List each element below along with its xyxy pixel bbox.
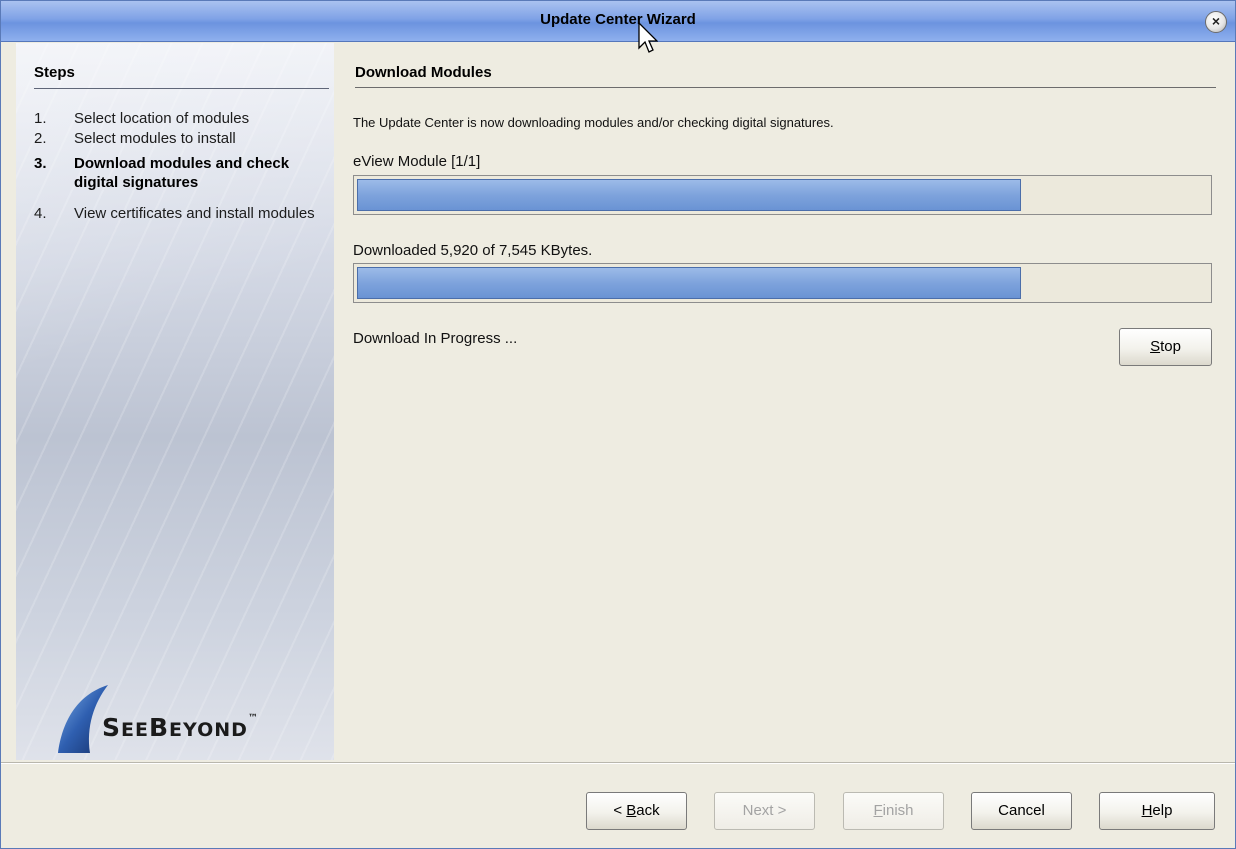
window-title: Update Center Wizard <box>540 11 696 28</box>
description-text: The Update Center is now downloading mod… <box>353 115 834 130</box>
wizard-window: Update Center Wizard × Steps 1. Select l… <box>0 0 1236 849</box>
stop-button[interactable]: Stop <box>1119 328 1212 366</box>
download-progress-bar <box>353 263 1212 303</box>
help-button[interactable]: Help <box>1099 792 1215 830</box>
next-button[interactable]: Next > <box>714 792 815 830</box>
footer-divider-highlight <box>1 763 1235 764</box>
steps-panel: Steps 1. Select location of modules 2. S… <box>16 43 334 760</box>
logo-wordmark: SEEBEYOND™ <box>102 713 259 742</box>
step-label: Select location of modules <box>74 110 250 127</box>
module-label: eView Module [1/1] <box>353 153 481 170</box>
title-bar[interactable]: Update Center Wizard × <box>1 1 1235 42</box>
module-progress-fill <box>357 179 1021 211</box>
finish-button[interactable]: Finish <box>843 792 944 830</box>
step-number: 3. <box>34 155 47 172</box>
steps-divider <box>34 88 329 89</box>
title-divider <box>355 87 1216 88</box>
status-text: Download In Progress ... <box>353 330 518 347</box>
seebeyond-logo: SEEBEYOND™ <box>56 683 316 759</box>
download-progress-fill <box>357 267 1021 299</box>
step-number: 4. <box>34 205 47 222</box>
step-label: Download modules and check digital signa… <box>74 155 290 191</box>
step-label: Select modules to install <box>74 130 236 147</box>
back-button[interactable]: < Back <box>586 792 687 830</box>
step-number: 1. <box>34 110 47 127</box>
module-progress-bar <box>353 175 1212 215</box>
page-title: Download Modules <box>355 64 492 81</box>
cancel-button[interactable]: Cancel <box>971 792 1072 830</box>
downloaded-label: Downloaded 5,920 of 7,545 KBytes. <box>353 242 593 259</box>
close-icon[interactable]: × <box>1205 11 1227 33</box>
step-label: View certificates and install modules <box>74 205 315 222</box>
step-number: 2. <box>34 130 47 147</box>
main-panel: Download Modules The Update Center is no… <box>351 43 1221 760</box>
steps-heading: Steps <box>34 64 75 81</box>
